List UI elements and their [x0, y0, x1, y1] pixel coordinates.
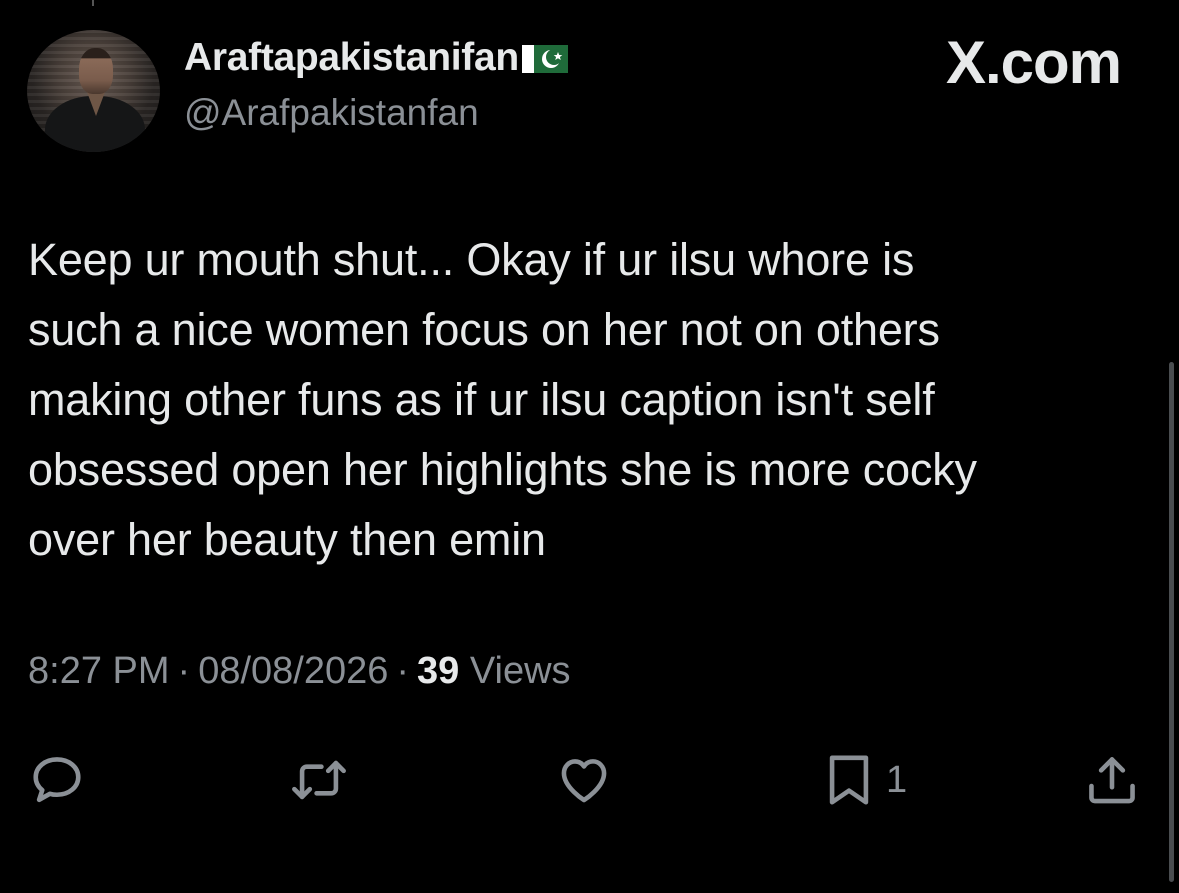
- share-button[interactable]: [1083, 748, 1141, 812]
- tweet-text-line: over her beauty then emin: [28, 514, 546, 565]
- like-button[interactable]: [553, 748, 615, 812]
- tweet-text: Keep ur mouth shut... Okay if ur ilsu wh…: [28, 225, 1138, 575]
- pakistan-flag-icon: [521, 45, 568, 73]
- views-label: Views: [469, 650, 571, 692]
- tweet-text-line: Keep ur mouth shut... Okay if ur ilsu wh…: [28, 234, 915, 285]
- bookmark-button[interactable]: 1: [822, 748, 907, 812]
- meta-separator: ·: [396, 650, 410, 692]
- author-display-name[interactable]: Araftapakistanifan: [184, 36, 568, 80]
- meta-separator: ·: [177, 650, 191, 692]
- avatar[interactable]: [27, 30, 160, 152]
- share-icon: [1089, 757, 1135, 804]
- tweet-meta: 8:27 PM · 08/08/2026 · 39 Views: [28, 650, 571, 693]
- reply-button[interactable]: [28, 748, 86, 812]
- scrollbar[interactable]: [1169, 362, 1174, 882]
- bookmark-count: 1: [886, 759, 908, 801]
- display-name-text: Araftapakistanifan: [184, 36, 519, 79]
- tweet-text-line: such a nice women focus on her not on ot…: [28, 304, 940, 355]
- action-bar: 1: [0, 748, 1179, 818]
- bookmark-icon: [829, 755, 869, 805]
- reply-icon: [33, 757, 81, 803]
- tweet-time[interactable]: 8:27 PM: [28, 650, 170, 692]
- retweet-icon: [292, 760, 346, 800]
- retweet-button[interactable]: [286, 748, 352, 812]
- tweet-card: Araftapakistanifan @Arafpakistanfan X.co…: [0, 0, 1179, 893]
- tweet-text-line: obsessed open her highlights she is more…: [28, 444, 977, 495]
- tweet-date[interactable]: 08/08/2026: [198, 650, 388, 692]
- author-handle[interactable]: @Arafpakistanfan: [184, 92, 479, 134]
- views-count: 39: [417, 650, 460, 692]
- avatar-head: [79, 48, 113, 94]
- tweet-text-line: making other funs as if ur ilsu caption …: [28, 374, 935, 425]
- top-divider-mark: [92, 0, 94, 6]
- heart-icon: [561, 759, 607, 803]
- brand-logo: X.com: [945, 29, 1122, 96]
